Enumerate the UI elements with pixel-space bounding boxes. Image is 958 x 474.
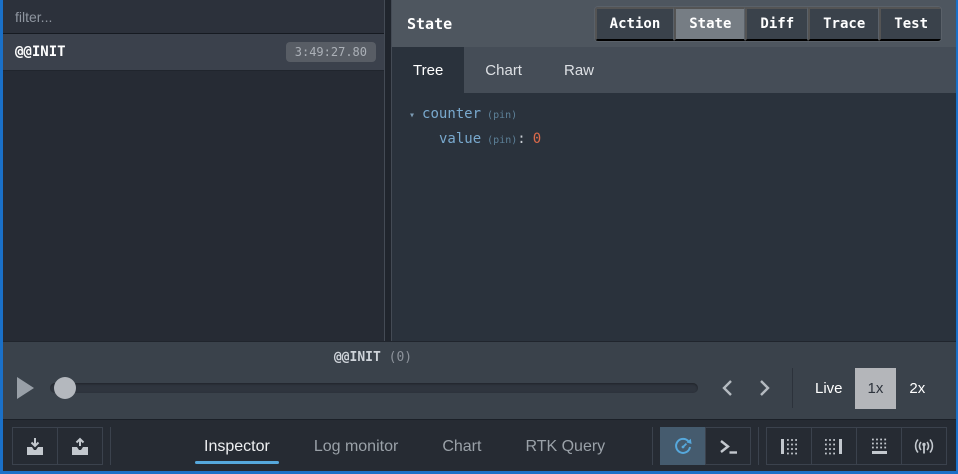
tree-pin-annotation[interactable]: (pin) xyxy=(487,135,517,146)
footer-toolbar: Inspector Log monitor Chart RTK Query xyxy=(3,419,956,471)
import-button[interactable] xyxy=(12,427,58,465)
stopwatch-icon xyxy=(672,435,694,457)
action-timestamp-badge: 3:49:27.80 xyxy=(286,42,376,62)
tree-node-value[interactable]: value (pin) : 0 xyxy=(409,131,956,147)
tree-key: counter xyxy=(422,106,481,122)
live-button[interactable]: Live xyxy=(803,370,855,407)
dock-right-button[interactable] xyxy=(811,427,857,465)
step-forward-button[interactable] xyxy=(746,373,782,403)
tab-state[interactable]: State xyxy=(674,7,745,41)
footer-divider xyxy=(758,427,759,465)
tab-action[interactable]: Action xyxy=(595,7,675,41)
panel-resize-handle[interactable] xyxy=(384,0,392,341)
playback-action-label: @@INIT (0) xyxy=(3,350,743,365)
speed-1x-button[interactable]: 1x xyxy=(855,368,897,409)
step-back-button[interactable] xyxy=(710,373,746,403)
tab-diff[interactable]: Diff xyxy=(745,7,808,41)
broadcast-antenna-icon xyxy=(912,435,936,457)
action-list-panel: @@INIT 3:49:27.80 xyxy=(3,0,384,341)
import-tray-icon xyxy=(24,435,46,457)
tab-trace[interactable]: Trace xyxy=(808,7,879,41)
playback-divider xyxy=(792,368,793,408)
state-inspector-panel: State Action State Diff Trace Test Tree … xyxy=(392,0,956,341)
expander-arrow-icon[interactable]: ▾ xyxy=(409,110,415,121)
tree-node-counter[interactable]: ▾ counter (pin) xyxy=(409,106,956,122)
remote-button[interactable] xyxy=(901,427,947,465)
playback-action-name: @@INIT xyxy=(334,350,381,365)
dock-right-icon xyxy=(823,435,845,457)
panel-title: State xyxy=(407,15,452,33)
filter-bar xyxy=(3,0,384,34)
tab-chart[interactable]: Chart xyxy=(440,424,483,467)
timeline-slider[interactable] xyxy=(50,383,698,393)
tab-log-monitor[interactable]: Log monitor xyxy=(312,424,401,467)
footer-icon-buttons xyxy=(645,427,947,465)
export-tray-icon xyxy=(69,435,91,457)
redux-devtools-window: @@INIT 3:49:27.80 State Action State Dif… xyxy=(0,0,958,474)
tree-pin-annotation[interactable]: (pin) xyxy=(487,110,517,121)
tree-value: 0 xyxy=(533,131,541,147)
tab-rtk-query[interactable]: RTK Query xyxy=(523,424,607,467)
pause-recording-button[interactable] xyxy=(660,427,706,465)
tree-colon: : xyxy=(517,131,525,147)
filter-input[interactable] xyxy=(3,9,384,25)
inspector-header: State Action State Diff Trace Test xyxy=(392,0,956,47)
timeline-slider-thumb[interactable] xyxy=(54,377,76,399)
terminal-icon xyxy=(717,435,739,457)
tab-inspector[interactable]: Inspector xyxy=(202,424,272,467)
chevron-right-icon xyxy=(757,379,771,397)
footer-divider xyxy=(652,427,653,465)
chevron-left-icon xyxy=(721,379,735,397)
monitor-tabs: Inspector Log monitor Chart RTK Query xyxy=(202,424,607,467)
subtab-tree[interactable]: Tree xyxy=(392,47,464,93)
action-list-item[interactable]: @@INIT 3:49:27.80 xyxy=(3,34,384,71)
playback-action-index: (0) xyxy=(389,350,412,365)
view-subtab-bar: Tree Chart Raw xyxy=(392,47,956,93)
action-list-empty-area xyxy=(3,71,384,341)
speed-2x-button[interactable]: 2x xyxy=(896,368,938,409)
inspector-tab-group: Action State Diff Trace Test xyxy=(594,6,942,42)
footer-divider xyxy=(110,427,111,465)
dock-left-icon xyxy=(778,435,800,457)
dock-bottom-button[interactable] xyxy=(856,427,902,465)
export-button[interactable] xyxy=(57,427,103,465)
dock-left-button[interactable] xyxy=(766,427,812,465)
dispatcher-button[interactable] xyxy=(705,427,751,465)
playback-controls-row: Live 1x 2x xyxy=(17,366,944,410)
main-split: @@INIT 3:49:27.80 State Action State Dif… xyxy=(3,0,956,341)
state-tree: ▾ counter (pin) value (pin) : 0 xyxy=(392,93,956,341)
subtab-chart[interactable]: Chart xyxy=(464,47,543,93)
play-icon[interactable] xyxy=(17,377,34,399)
playback-bar: @@INIT (0) Live 1x 2x xyxy=(3,341,956,419)
subtab-raw[interactable]: Raw xyxy=(543,47,615,93)
action-name: @@INIT xyxy=(15,44,66,60)
tab-test[interactable]: Test xyxy=(879,7,941,41)
tree-key: value xyxy=(439,131,481,147)
dock-bottom-icon xyxy=(868,435,890,457)
